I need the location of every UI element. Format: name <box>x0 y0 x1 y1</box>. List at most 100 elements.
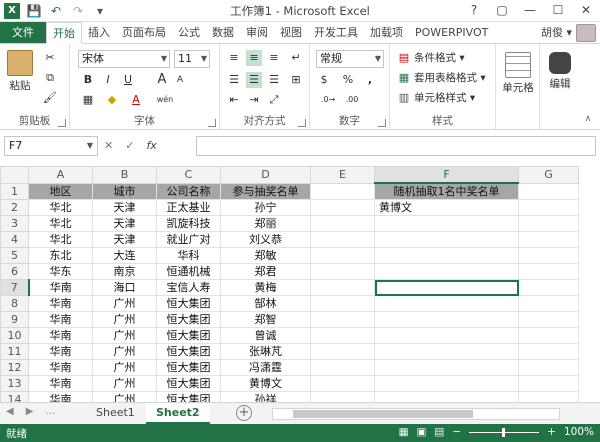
align-left-icon[interactable]: ☰ <box>226 72 242 88</box>
row-header[interactable]: 7 <box>0 279 30 296</box>
cell[interactable]: 恒大集团 <box>156 295 221 312</box>
italic-button[interactable]: I <box>100 72 116 88</box>
tab-insert[interactable]: 插入 <box>82 22 116 43</box>
row-header[interactable]: 13 <box>0 375 29 392</box>
cell[interactable] <box>518 343 579 360</box>
column-header-g[interactable]: G <box>518 166 579 184</box>
cell[interactable] <box>374 327 519 344</box>
cell[interactable] <box>374 391 519 402</box>
formula-input[interactable] <box>196 136 596 156</box>
row-header[interactable]: 10 <box>0 327 29 344</box>
row-header[interactable]: 1 <box>0 182 29 200</box>
cell[interactable]: 华南 <box>28 295 93 312</box>
editing-group[interactable]: 编辑 <box>540 44 580 130</box>
orientation-icon[interactable]: ⤢ <box>266 92 282 108</box>
cell[interactable] <box>374 247 519 264</box>
cell[interactable] <box>518 263 579 280</box>
cell[interactable]: 华南 <box>28 391 93 402</box>
cell[interactable]: 天津 <box>92 215 157 232</box>
zoom-level[interactable]: 100% <box>564 426 594 438</box>
bold-button[interactable]: B <box>80 72 96 88</box>
cell[interactable] <box>374 359 519 376</box>
cell[interactable]: 恒大集团 <box>156 391 221 402</box>
restore-button[interactable]: ☐ <box>544 0 572 22</box>
cell[interactable]: 华南 <box>28 327 93 344</box>
row-header[interactable]: 9 <box>0 311 29 328</box>
collapse-ribbon-icon[interactable]: ∧ <box>580 111 596 127</box>
shrink-font-button[interactable]: A <box>172 72 188 88</box>
cell[interactable] <box>518 199 579 216</box>
cell[interactable]: 恒大集团 <box>156 359 221 376</box>
name-box[interactable]: F7 ▼ <box>4 136 98 156</box>
cell[interactable] <box>374 375 519 392</box>
cell[interactable] <box>310 182 375 200</box>
close-button[interactable]: ✕ <box>572 0 600 22</box>
cell[interactable]: 广州 <box>92 343 157 360</box>
cell[interactable]: 宝信人寿 <box>156 279 221 296</box>
cell[interactable]: 广州 <box>92 295 157 312</box>
cell[interactable] <box>310 391 375 402</box>
cell[interactable]: 郑君 <box>220 263 311 280</box>
cell[interactable]: 刘义恭 <box>220 231 311 248</box>
horizontal-scrollbar[interactable] <box>272 408 560 420</box>
wrap-text-icon[interactable]: ↵ <box>288 50 304 66</box>
cells-button[interactable]: 单元格 <box>500 52 536 95</box>
cell[interactable] <box>310 327 375 344</box>
cell[interactable] <box>374 311 519 328</box>
number-launcher-icon[interactable] <box>378 119 386 127</box>
worksheet-grid[interactable]: A B C D E F G 1 地区 城市 公司名称 参与抽奖名单 随机抽取1名中奖名单 2… <box>0 166 600 402</box>
cell[interactable]: 恒大集团 <box>156 311 221 328</box>
cell[interactable] <box>518 215 579 232</box>
cell[interactable]: 郑智 <box>220 311 311 328</box>
row-header[interactable]: 5 <box>0 247 29 264</box>
cell[interactable] <box>310 279 375 296</box>
copy-icon[interactable]: ⧉ <box>42 70 58 86</box>
cell[interactable]: 随机抽取1名中奖名单 <box>374 182 519 200</box>
tab-powerpivot[interactable]: POWERPIVOT <box>409 22 494 43</box>
cell[interactable]: 正太基业 <box>156 199 221 216</box>
alignment-launcher-icon[interactable] <box>298 119 306 127</box>
cell[interactable]: 华北 <box>28 215 93 232</box>
clipboard-launcher-icon[interactable] <box>58 119 66 127</box>
cell[interactable]: 华南 <box>28 343 93 360</box>
borders-icon[interactable]: ▦ <box>80 92 96 108</box>
percent-button[interactable]: % <box>340 72 356 88</box>
column-header-f[interactable]: F <box>374 166 519 184</box>
cut-icon[interactable]: ✂ <box>42 50 58 66</box>
cancel-icon[interactable]: ✕ <box>104 136 113 156</box>
font-launcher-icon[interactable] <box>208 119 216 127</box>
cell[interactable] <box>518 231 579 248</box>
cell[interactable] <box>374 343 519 360</box>
cell[interactable]: 天津 <box>92 199 157 216</box>
cell[interactable]: 孙宁 <box>220 199 311 216</box>
cell[interactable] <box>374 215 519 232</box>
tab-file[interactable]: 文件 <box>0 22 46 43</box>
cell[interactable]: 华北 <box>28 231 93 248</box>
zoom-out-button[interactable]: − <box>452 426 461 438</box>
cell[interactable] <box>518 182 579 200</box>
cells-group[interactable]: 单元格 <box>496 44 540 130</box>
cell[interactable]: 恒大集团 <box>156 327 221 344</box>
underline-button[interactable]: U <box>120 72 136 88</box>
next-sheet-icon[interactable]: ▶ <box>26 406 34 417</box>
number-format-combo[interactable]: 常规 ▼ <box>316 50 384 68</box>
cell[interactable] <box>518 375 579 392</box>
cell[interactable]: 地区 <box>28 182 93 200</box>
insert-function-icon[interactable]: fx <box>146 136 156 156</box>
normal-view-icon[interactable]: ▦ <box>399 426 409 438</box>
cell[interactable] <box>310 231 375 248</box>
cell[interactable]: 黄博文 <box>220 375 311 392</box>
tab-page-layout[interactable]: 页面布局 <box>116 22 172 43</box>
zoom-in-button[interactable]: + <box>547 426 556 438</box>
cell[interactable]: 华南 <box>28 375 93 392</box>
cell[interactable]: 广州 <box>92 359 157 376</box>
help-button[interactable]: ? <box>460 0 488 22</box>
minimize-button[interactable]: — <box>516 0 544 22</box>
format-painter-icon[interactable]: 🖌 <box>42 90 58 106</box>
cell[interactable]: 广州 <box>92 375 157 392</box>
font-name-combo[interactable]: 宋体 ▼ <box>78 50 170 68</box>
row-header[interactable]: 14 <box>0 391 29 402</box>
column-header-d[interactable]: D <box>220 166 311 184</box>
select-all-corner[interactable] <box>0 166 29 184</box>
add-sheet-button[interactable]: + <box>236 405 252 421</box>
